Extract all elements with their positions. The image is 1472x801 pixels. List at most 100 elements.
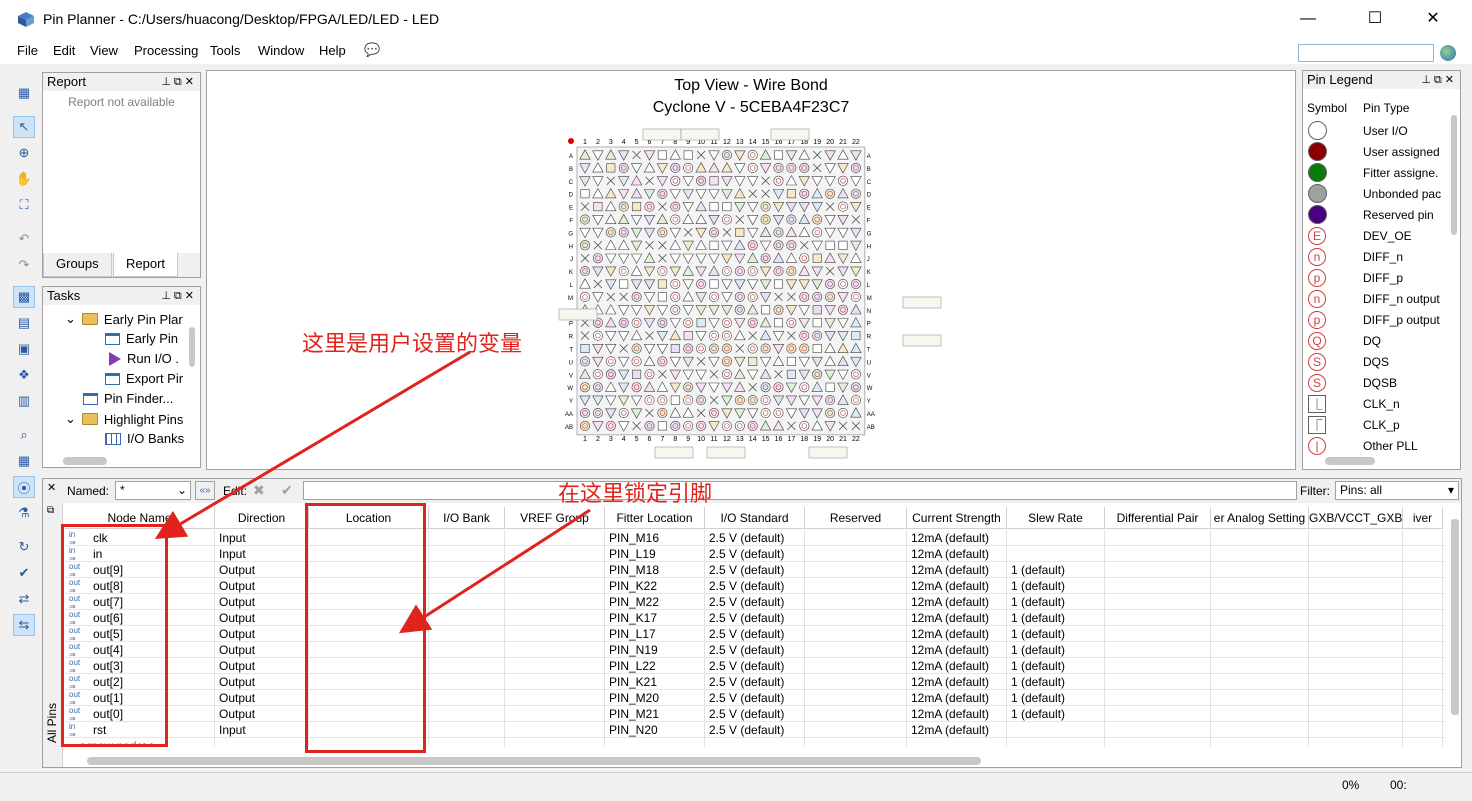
table-cell[interactable]: Input (215, 722, 309, 738)
table-cell[interactable]: PIN_K17 (605, 610, 705, 626)
column-header[interactable]: Fitter Location (605, 507, 705, 529)
table-cell[interactable]: 2.5 V (default) (705, 642, 805, 658)
table-cell[interactable]: PIN_M16 (605, 530, 705, 546)
table-cell[interactable] (805, 562, 907, 578)
column-header[interactable]: Differential Pair (1105, 507, 1211, 529)
table-cell[interactable]: PIN_L22 (605, 658, 705, 674)
table-cell[interactable] (1403, 690, 1443, 706)
pll-icon[interactable]: ▥ (13, 390, 35, 412)
table-cell[interactable] (505, 546, 605, 562)
tab-report[interactable]: Report (113, 253, 179, 277)
table-cell[interactable] (1007, 546, 1105, 562)
migration-icon[interactable]: ⚗ (13, 502, 35, 524)
table-cell[interactable]: 12mA (default) (907, 578, 1007, 594)
table-hscrollbar[interactable] (87, 757, 981, 765)
table-cell[interactable]: 1 (default) (1007, 642, 1105, 658)
table-cell[interactable] (605, 738, 705, 747)
table-cell[interactable]: 2.5 V (default) (705, 578, 805, 594)
task-early-pin[interactable]: Early Pin (105, 331, 178, 346)
table-cell[interactable]: 1 (default) (1007, 658, 1105, 674)
minimize-button[interactable]: — (1285, 0, 1331, 38)
new-node-row[interactable]: <<new node>> (65, 738, 1445, 747)
table-cell[interactable]: 2.5 V (default) (705, 658, 805, 674)
table-cell[interactable] (429, 578, 505, 594)
named-filter-combobox[interactable]: * ⌄ (115, 481, 191, 500)
table-cell[interactable] (1105, 562, 1211, 578)
table-cell[interactable] (429, 594, 505, 610)
globe-icon[interactable] (1440, 45, 1456, 61)
table-cell[interactable] (805, 690, 907, 706)
table-cell[interactable]: 1 (default) (1007, 690, 1105, 706)
column-header[interactable]: Slew Rate (1007, 507, 1105, 529)
table-cell[interactable]: 1 (default) (1007, 578, 1105, 594)
table-cell[interactable]: Input (215, 546, 309, 562)
table-cell[interactable] (907, 738, 1007, 747)
table-cell[interactable] (1105, 610, 1211, 626)
table-cell[interactable] (805, 722, 907, 738)
table-cell[interactable]: 12mA (default) (907, 722, 1007, 738)
table-cell[interactable] (1105, 658, 1211, 674)
column-header[interactable]: I/O Standard (705, 507, 805, 529)
assign-icon[interactable]: ⇆ (13, 614, 35, 636)
table-cell[interactable] (429, 658, 505, 674)
table-cell[interactable]: 1 (default) (1007, 562, 1105, 578)
io-icon[interactable]: ⇄ (13, 588, 35, 610)
chip-top-view[interactable]: Top View - Wire Bond Cyclone V - 5CEBA4F… (206, 70, 1296, 470)
table-cell[interactable] (505, 626, 605, 642)
table-cell[interactable]: PIN_N20 (605, 722, 705, 738)
table-cell[interactable]: 2.5 V (default) (705, 690, 805, 706)
table-cell[interactable] (805, 706, 907, 722)
refresh-icon[interactable]: ↻ (13, 536, 35, 558)
task-early-pin-planning[interactable]: ⌄ Early Pin Plar (65, 311, 183, 327)
table-cell[interactable]: PIN_N19 (605, 642, 705, 658)
table-row[interactable]: out ⇒ out[9] Output PIN_M18 2.5 V (default) 12… (65, 562, 1445, 578)
table-cell[interactable] (1403, 674, 1443, 690)
table-cell[interactable] (1105, 642, 1211, 658)
table-cell[interactable]: Output (215, 610, 309, 626)
table-cell[interactable] (505, 642, 605, 658)
table-cell[interactable] (1309, 722, 1403, 738)
close-button[interactable]: ✕ (1410, 0, 1456, 38)
chevron-down-icon[interactable]: ⌄ (65, 311, 76, 327)
table-cell[interactable]: 2.5 V (default) (705, 530, 805, 546)
table-cell[interactable] (1403, 610, 1443, 626)
table-cell[interactable] (805, 626, 907, 642)
legend-hscrollbar[interactable] (1325, 457, 1375, 465)
table-cell[interactable] (1403, 530, 1443, 546)
table-cell[interactable] (1105, 722, 1211, 738)
table-cell[interactable] (505, 610, 605, 626)
table-cell[interactable]: 1 (default) (1007, 610, 1105, 626)
table-cell[interactable]: PIN_M22 (605, 594, 705, 610)
table-cell[interactable] (1403, 722, 1443, 738)
table-cell[interactable] (429, 562, 505, 578)
table-cell[interactable] (1211, 578, 1309, 594)
table-row[interactable]: out ⇒ out[4] Output PIN_N19 2.5 V (default) 12… (65, 642, 1445, 658)
column-header[interactable]: GXB/VCCT_GXB (1309, 507, 1403, 529)
io-banks-icon[interactable]: ▣ (13, 338, 35, 360)
table-cell[interactable] (429, 546, 505, 562)
table-cell[interactable] (1403, 562, 1443, 578)
table-cell[interactable] (1105, 706, 1211, 722)
table-cell[interactable]: Output (215, 706, 309, 722)
table-row[interactable]: in ⇒ in Input PIN_L19 2.5 V (default) 12mA (de… (65, 546, 1445, 562)
table-cell[interactable]: PIN_M18 (605, 562, 705, 578)
table-cell[interactable] (1309, 610, 1403, 626)
table-cell[interactable] (1309, 738, 1403, 747)
table-cell[interactable]: 12mA (default) (907, 626, 1007, 642)
table-cell[interactable] (429, 642, 505, 658)
table-cell[interactable] (1403, 658, 1443, 674)
table-cell[interactable] (805, 674, 907, 690)
table-cell[interactable] (1403, 626, 1443, 642)
table-cell[interactable]: 2.5 V (default) (705, 546, 805, 562)
table-cell[interactable] (805, 738, 907, 747)
table-cell[interactable] (805, 530, 907, 546)
column-header[interactable]: I/O Bank (429, 507, 505, 529)
table-cell[interactable]: 2.5 V (default) (705, 674, 805, 690)
table-cell[interactable] (429, 674, 505, 690)
table-cell[interactable] (505, 578, 605, 594)
table-cell[interactable] (1403, 642, 1443, 658)
column-header[interactable]: VREF Group (505, 507, 605, 529)
table-cell[interactable] (1105, 530, 1211, 546)
table-cell[interactable]: 1 (default) (1007, 626, 1105, 642)
table-cell[interactable] (1403, 594, 1443, 610)
